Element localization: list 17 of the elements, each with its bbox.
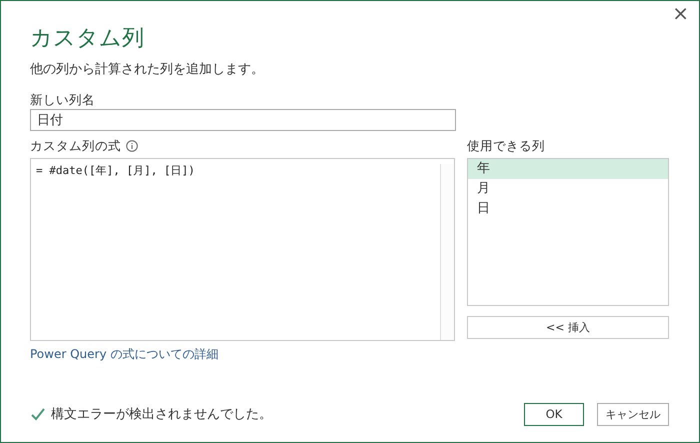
dialog-title: カスタム列 (30, 25, 145, 53)
dialog-description: 他の列から計算された列を追加します。 (30, 61, 265, 79)
insert-button[interactable]: << 挿入 (467, 316, 669, 339)
list-label: 使用できる列 (467, 137, 545, 155)
formula-field[interactable]: = #date([年], [月], [日]) (30, 158, 455, 341)
field-label: 新しい列名 (30, 91, 95, 109)
column-list-item[interactable]: 月 (468, 179, 668, 199)
help-link[interactable]: Power Query の式についての詳細 (30, 346, 218, 363)
ok-button[interactable]: OK (524, 402, 584, 426)
close-button[interactable]: × (668, 1, 693, 25)
field-label: カスタム列の式 (30, 137, 121, 155)
column-list-item[interactable]: 年 (468, 159, 668, 179)
info-icon[interactable] (126, 140, 138, 152)
status-message: 構文エラーが検出されませんでした。 (51, 406, 273, 423)
column-list-item[interactable]: 日 (468, 199, 668, 219)
column-name-field[interactable]: 日付 (30, 109, 456, 131)
cancel-button[interactable]: キャンセル (597, 402, 669, 426)
